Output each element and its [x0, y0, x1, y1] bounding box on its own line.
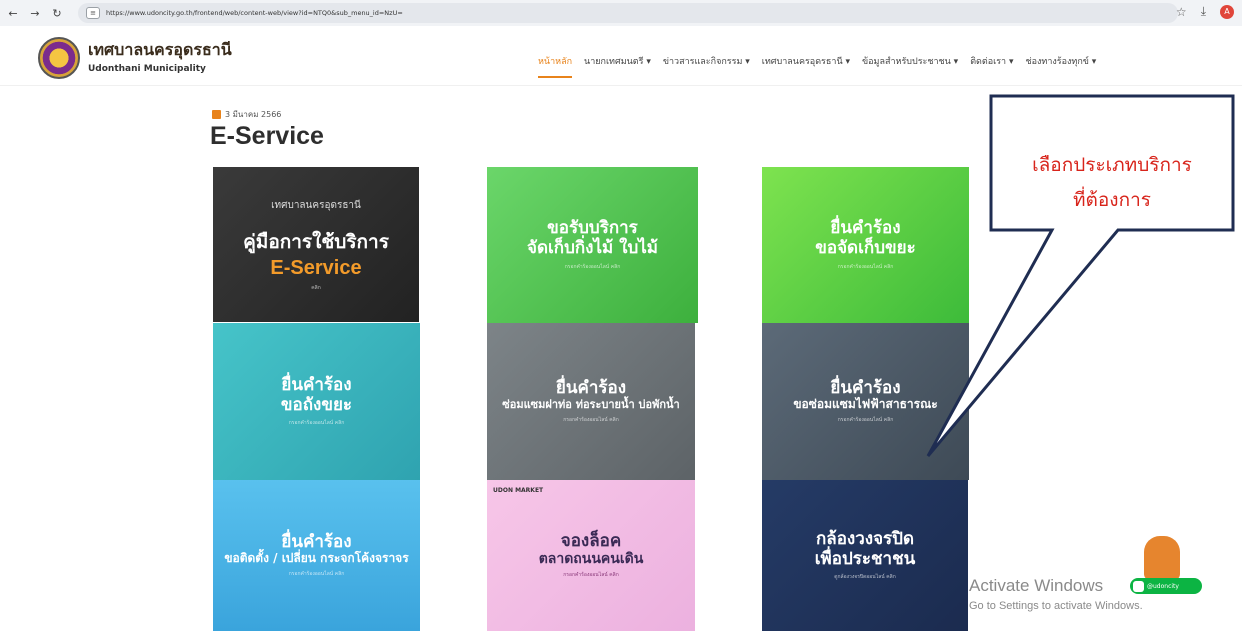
- activate-subtitle: Go to Settings to activate Windows.: [969, 600, 1143, 612]
- activate-title: Activate Windows: [969, 576, 1104, 595]
- callout-line-1: เลือกประเภทบริการ: [1032, 154, 1192, 176]
- callout-line-2: ที่ต้องการ: [1073, 189, 1151, 211]
- callout-shape: [926, 94, 1235, 457]
- mascot-avatar: [1144, 536, 1180, 580]
- line-label: @udoncity: [1147, 582, 1179, 590]
- windows-activation-watermark: Activate Windows Go to Settings to activ…: [969, 576, 1143, 612]
- callout-text: เลือกประเภทบริการ ที่ต้องการ: [996, 148, 1228, 218]
